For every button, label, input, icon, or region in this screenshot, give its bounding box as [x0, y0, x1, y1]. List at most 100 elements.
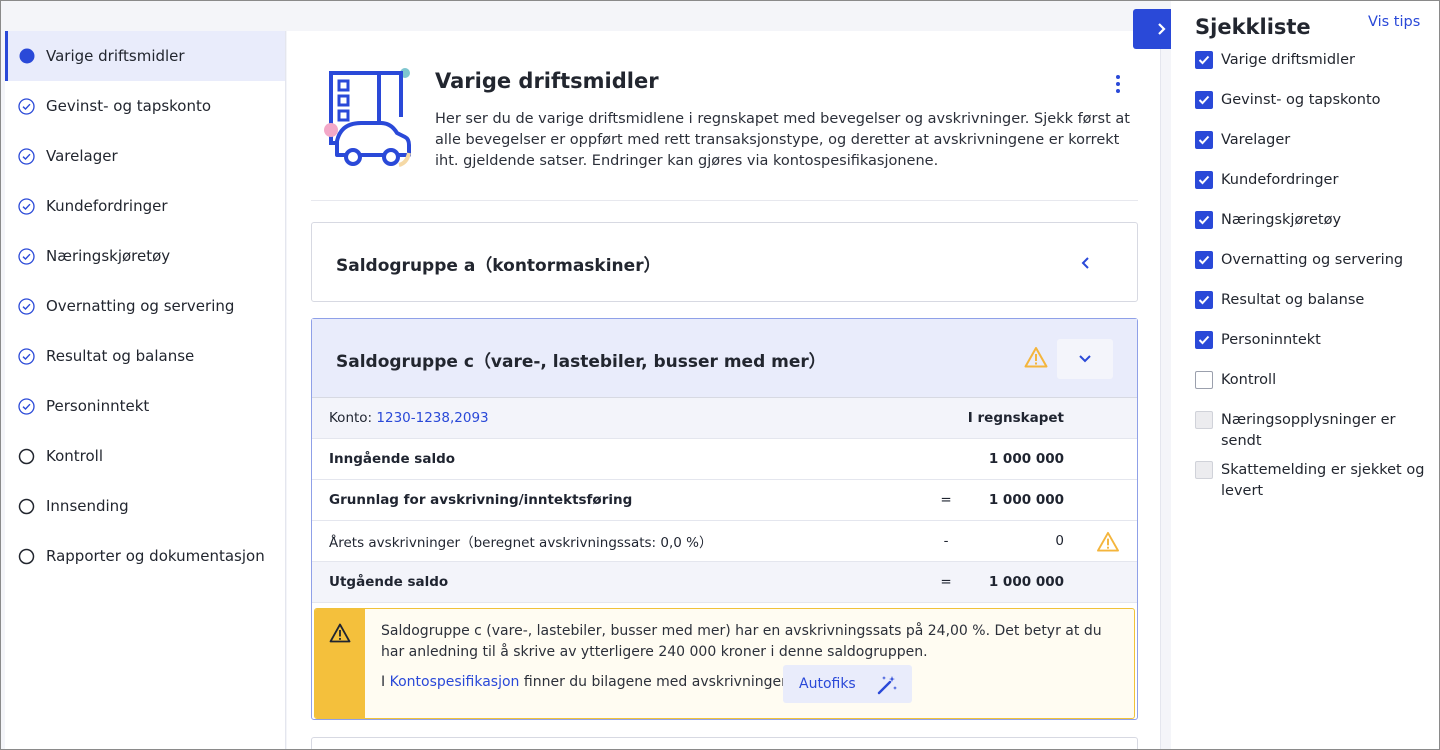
sidebar-item-label: Resultat og balanse [46, 347, 195, 365]
checklist-item-label: Overnatting og servering [1221, 252, 1404, 268]
autofiks-button[interactable]: Autofiks [783, 665, 912, 703]
sidebar-nav: Varige driftsmidler Gevinst- og tapskont… [5, 31, 286, 749]
saldogruppe-a-panel[interactable]: Saldogruppe a（kontormaskiner） [311, 222, 1138, 302]
checkbox-unchecked-icon[interactable] [1195, 411, 1213, 429]
checkbox-checked-icon[interactable] [1195, 91, 1213, 109]
check-circle-icon [18, 97, 35, 115]
checklist-item[interactable]: Kontroll [1195, 370, 1435, 391]
konto-label: Konto: [329, 410, 373, 426]
table-row: Utgående saldo = 1 000 000 [312, 562, 1137, 603]
warning-icon [1024, 347, 1048, 368]
check-circle-icon [18, 247, 35, 265]
row-value: 1 000 000 [988, 492, 1064, 508]
sidebar-item-innsending[interactable]: Innsending [5, 481, 285, 531]
empty-circle-icon [18, 448, 35, 465]
check-circle-icon [18, 147, 35, 165]
row-label: Inngående saldo [329, 451, 456, 467]
empty-circle-icon [18, 498, 35, 515]
konto-link[interactable]: 1230-1238,2093 [376, 410, 488, 426]
sidebar-item-naeringskjoretoy[interactable]: Næringskjøretøy [5, 231, 285, 281]
sidebar-item-label: Varige driftsmidler [46, 47, 185, 65]
sidebar-item-label: Overnatting og servering [46, 297, 235, 315]
checkbox-checked-icon[interactable] [1195, 331, 1213, 349]
checklist-item[interactable]: Gevinst- og tapskonto [1195, 90, 1435, 111]
active-dot-icon [18, 48, 35, 65]
sidebar-item-label: Gevinst- og tapskonto [46, 97, 212, 115]
kontospesifikasjon-link[interactable]: Kontospesifikasjon [390, 674, 520, 690]
row-operator: = [940, 574, 952, 590]
row-label: Årets avskrivninger（beregnet avskrivning… [329, 535, 713, 551]
checkbox-checked-icon[interactable] [1195, 171, 1213, 189]
sidebar-item-varige-driftsmidler[interactable]: Varige driftsmidler [5, 31, 285, 81]
page-description: Her ser du de varige driftsmidlene i reg… [435, 111, 1130, 169]
sidebar-item-label: Kontroll [46, 447, 104, 465]
checkbox-checked-icon[interactable] [1195, 211, 1213, 229]
checklist-item[interactable]: Resultat og balanse [1195, 290, 1435, 311]
sidebar-item-varelager[interactable]: Varelager [5, 131, 285, 181]
page-title: Varige driftsmidler [435, 69, 659, 93]
group-header[interactable]: Saldogruppe c（vare-, lastebiler, busser … [312, 319, 1137, 398]
warning-alert: Saldogruppe c (vare-, lastebiler, busser… [314, 608, 1135, 719]
sidebar-item-personinntekt[interactable]: Personinntekt [5, 381, 285, 431]
sidebar-item-gevinst-og-tapskonto[interactable]: Gevinst- og tapskonto [5, 81, 285, 131]
autofiks-label: Autofiks [799, 676, 856, 692]
sidebar-item-label: Næringskjøretøy [46, 247, 171, 265]
sidebar-item-resultat-og-balanse[interactable]: Resultat og balanse [5, 331, 285, 381]
checkbox-checked-icon[interactable] [1195, 131, 1213, 149]
checklist-item[interactable]: Næringskjøretøy [1195, 210, 1435, 231]
checklist-item[interactable]: Skattemelding er sjekket og levert [1195, 460, 1435, 502]
checklist-panel: Sjekkliste Vis tips Varige driftsmidler … [1171, 1, 1439, 749]
intro-section: Varige driftsmidler Her ser du de varige… [311, 31, 1138, 201]
alert-message: Saldogruppe c (vare-, lastebiler, busser… [381, 623, 1102, 660]
chevron-left-icon[interactable] [1072, 249, 1100, 277]
main-content: Varige driftsmidler Her ser du de varige… [287, 31, 1161, 749]
empty-circle-icon [18, 548, 35, 565]
column-header-i-regnskapet: I regnskapet [967, 410, 1064, 426]
checkbox-unchecked-icon[interactable] [1195, 371, 1213, 389]
konto-cell: Konto: 1230-1238,2093 [329, 410, 489, 426]
table-row: Inngående saldo 1 000 000 [312, 439, 1137, 480]
checklist-item[interactable]: Varige driftsmidler [1195, 50, 1435, 71]
alert-prefix: I [381, 674, 386, 690]
checklist-item[interactable]: Næringsopplysninger er sendt [1195, 410, 1435, 452]
vehicle-illustration-icon [324, 68, 411, 167]
app-window: Varige driftsmidler Gevinst- og tapskont… [0, 0, 1440, 750]
check-circle-icon [18, 297, 35, 315]
row-label: Grunnlag for avskrivning/inntektsføring [329, 492, 633, 508]
row-label: Utgående saldo [329, 574, 449, 590]
next-group-panel[interactable] [311, 737, 1138, 749]
checklist-item[interactable]: Overnatting og servering [1195, 250, 1435, 271]
saldogruppe-c-panel: Saldogruppe c（vare-, lastebiler, busser … [311, 318, 1138, 720]
checklist-item-label: Varelager [1221, 132, 1291, 148]
check-circle-icon [18, 397, 35, 415]
checkbox-checked-icon[interactable] [1195, 251, 1213, 269]
vis-tips-link[interactable]: Vis tips [1368, 14, 1420, 30]
group-title: Saldogruppe a（kontormaskiner） [336, 256, 661, 276]
check-circle-icon [18, 347, 35, 365]
more-options-icon[interactable] [1108, 73, 1128, 95]
checklist-item-label: Varige driftsmidler [1221, 52, 1355, 68]
table-header-row: Konto: 1230-1238,2093 I regnskapet [312, 398, 1137, 439]
checklist-item-label: Kontroll [1221, 372, 1277, 388]
chevron-down-icon[interactable] [1057, 339, 1113, 379]
alert-suffix: finner du bilagene med avskrivninger. [523, 674, 791, 690]
sidebar-item-kontroll[interactable]: Kontroll [5, 431, 285, 481]
checkbox-checked-icon[interactable] [1195, 51, 1213, 69]
warning-icon [1097, 531, 1119, 552]
checklist-item[interactable]: Personinntekt [1195, 330, 1435, 351]
checkbox-checked-icon[interactable] [1195, 291, 1213, 309]
table-row: Årets avskrivninger（beregnet avskrivning… [312, 521, 1137, 562]
sidebar-item-overnatting-og-servering[interactable]: Overnatting og servering [5, 281, 285, 331]
sidebar-item-kundefordringer[interactable]: Kundefordringer [5, 181, 285, 231]
checkbox-unchecked-icon[interactable] [1195, 461, 1213, 479]
row-value: 1 000 000 [988, 451, 1064, 467]
checklist-item-label: Næringskjøretøy [1221, 212, 1342, 228]
sidebar-item-rapporter-og-dokumentasjon[interactable]: Rapporter og dokumentasjon [5, 531, 285, 581]
checklist-item-label: Personinntekt [1221, 332, 1321, 348]
checklist-item[interactable]: Kundefordringer [1195, 170, 1435, 191]
sidebar-item-label: Personinntekt [46, 397, 150, 415]
check-circle-icon [18, 197, 35, 215]
checklist-item-label: Kundefordringer [1221, 172, 1339, 188]
checklist-item[interactable]: Varelager [1195, 130, 1435, 151]
sidebar-item-label: Kundefordringer [46, 197, 168, 215]
